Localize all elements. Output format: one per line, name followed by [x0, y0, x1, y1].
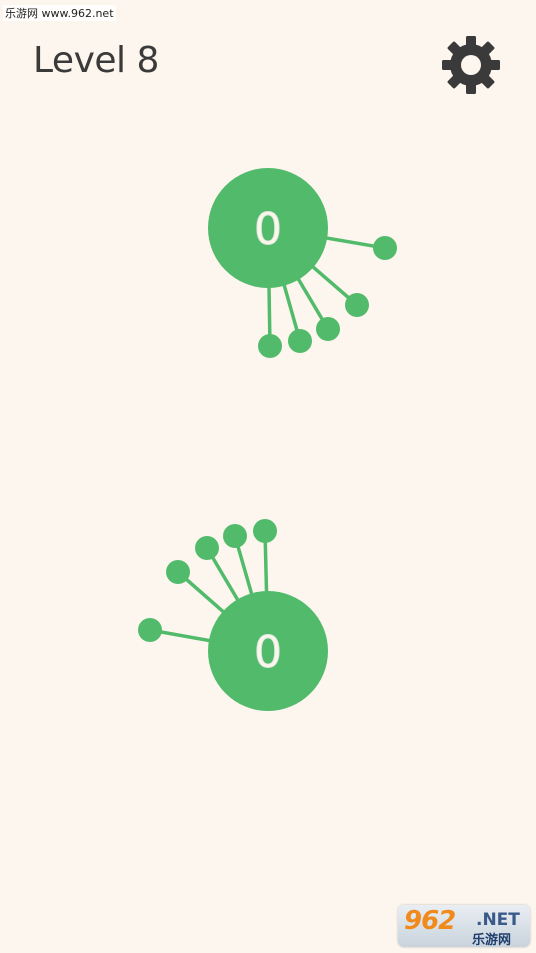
watermark-logo-suffix: .NET [476, 910, 520, 930]
pin-dot [223, 524, 247, 548]
pin-dot [316, 317, 340, 341]
pin-dot [288, 329, 312, 353]
watermark-logo-chinese: 乐游网 [472, 933, 512, 947]
pin-dot [345, 293, 369, 317]
watermark-logo: 962 .NET 乐游网 [398, 905, 530, 947]
pin-dot [258, 334, 282, 358]
pin-dot [373, 236, 397, 260]
hub-count: 0 [254, 627, 282, 678]
hub-count: 0 [254, 204, 282, 255]
pin-dot [195, 536, 219, 560]
pin-dot [253, 519, 277, 543]
pin-dot [166, 560, 190, 584]
pin-dot [138, 618, 162, 642]
bottom-hub[interactable]: 0 [138, 519, 328, 711]
watermark-logo-number: 962 [404, 906, 456, 936]
top-hub[interactable]: 0 [208, 168, 397, 358]
game-board[interactable]: 0 0 [0, 0, 536, 953]
